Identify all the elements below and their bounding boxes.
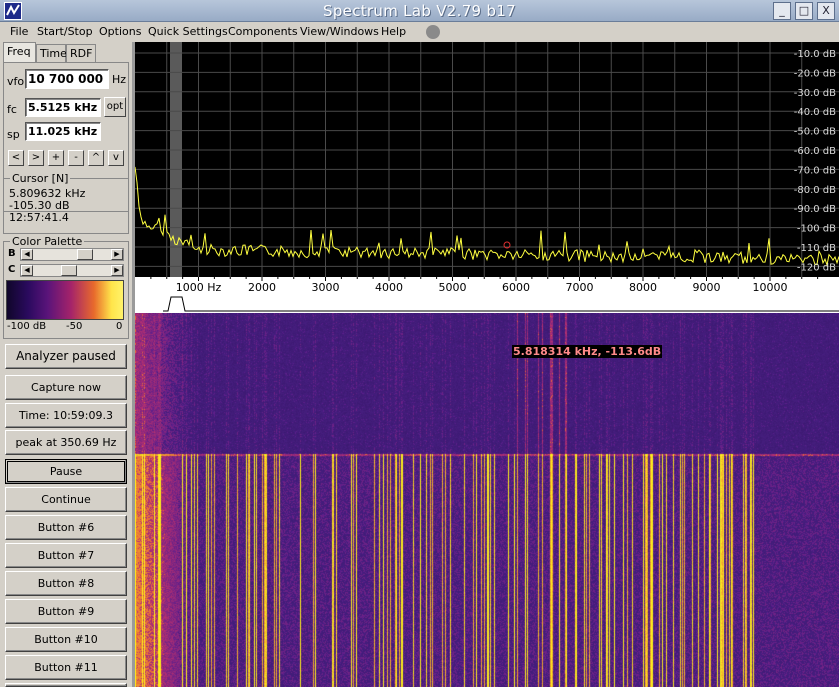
freq-label: 6000: [502, 281, 530, 294]
db-scale: -10.0 dB -20.0 dB -30.0 dB -40.0 dB -50.0 dB…: [794, 49, 836, 273]
cursor-group-title: Cursor [N]: [10, 172, 71, 185]
minimize-button[interactable]: _: [773, 2, 791, 20]
frequency-ticks: 1000 Hz 2000 3000 4000 5000 6000 7000 8000 9000 1…: [150, 277, 819, 294]
freq-label: 8000: [629, 281, 657, 294]
db-label: -80.0 dB: [794, 185, 836, 196]
zoom-in-button[interactable]: +: [48, 150, 64, 166]
palette-scale-min: -100 dB: [7, 321, 47, 332]
passband-highlight: [170, 42, 182, 277]
nav-up-button[interactable]: ^: [88, 150, 104, 166]
palette-scale-mid: -50: [66, 321, 83, 332]
contrast-thumb[interactable]: [61, 265, 77, 276]
cursor-group: Cursor [N] 5.809632 kHz -105.30 dB 12:57…: [3, 172, 129, 234]
db-label: -120 dB: [797, 262, 836, 273]
opt-button[interactable]: opt: [104, 97, 126, 117]
db-label: -30.0 dB: [794, 88, 836, 99]
brightness-label: B: [8, 248, 16, 259]
menu-bar: File Start/Stop Options Quick Settings C…: [0, 22, 839, 42]
spectrum-trace: [134, 166, 839, 267]
freq-label: 1000 Hz: [176, 281, 222, 294]
arrow-right-icon[interactable]: ▶: [111, 265, 123, 276]
nav-right-button[interactable]: >: [28, 150, 44, 166]
waterfall-canvas: [135, 313, 839, 687]
pause-button[interactable]: Pause: [5, 459, 127, 484]
vfo-label: vfo: [7, 75, 25, 88]
cursor-time: 12:57:41.4: [9, 211, 69, 224]
brightness-slider[interactable]: ◀ ▶: [20, 248, 124, 261]
freq-label: 4000: [375, 281, 403, 294]
spectrum-plot[interactable]: -10.0 dB -20.0 dB -30.0 dB -40.0 dB -50.0 dB…: [134, 42, 839, 277]
freq-label: 2000: [248, 281, 276, 294]
frequency-axis[interactable]: 1000 Hz 2000 3000 4000 5000 6000 7000 8000 9000 1…: [135, 277, 839, 313]
nav-down-button[interactable]: v: [108, 150, 124, 166]
close-button[interactable]: X: [817, 2, 835, 20]
spectrum-grid: [135, 42, 839, 277]
color-palette-preview: [6, 280, 124, 320]
tab-time[interactable]: Time: [36, 44, 67, 62]
button-11[interactable]: Button #11: [5, 655, 127, 680]
vfo-unit-label: Hz: [112, 73, 127, 86]
nav-left-button[interactable]: <: [8, 150, 24, 166]
freq-label: 10000: [753, 281, 788, 294]
button-10[interactable]: Button #10: [5, 627, 127, 652]
db-label: -90.0 dB: [794, 204, 836, 215]
continue-button[interactable]: Continue: [5, 487, 127, 512]
freq-label: 7000: [566, 281, 594, 294]
menu-help[interactable]: Help: [381, 25, 406, 38]
db-label: -100 dB: [797, 224, 836, 235]
filter-passband-shape[interactable]: [163, 296, 839, 312]
control-panel: Freq Time RDF vfo 10 700 000 Hz fc 5.512…: [0, 42, 132, 687]
menu-options[interactable]: Options: [99, 25, 141, 38]
fc-label: fc: [7, 103, 17, 116]
color-palette-title: Color Palette: [10, 235, 85, 248]
marker-readout: 5.818314 kHz, -113.6dB: [512, 345, 663, 358]
tab-rdf[interactable]: RDF: [66, 44, 96, 62]
arrow-left-icon[interactable]: ◀: [21, 265, 33, 276]
waterfall-display[interactable]: 5.818314 kHz, -113.6dB: [135, 313, 839, 687]
db-label: -20.0 dB: [794, 68, 836, 79]
maximize-button[interactable]: □: [795, 2, 813, 20]
capture-now-button[interactable]: Capture now: [5, 375, 127, 400]
db-label: -40.0 dB: [794, 107, 836, 118]
button-8[interactable]: Button #8: [5, 571, 127, 596]
menu-view-windows[interactable]: View/Windows: [300, 25, 379, 38]
spectrum-graph: -10.0 dB -20.0 dB -30.0 dB -40.0 dB -50.0 dB…: [134, 42, 839, 277]
vfo-input[interactable]: 10 700 000: [25, 69, 109, 89]
menu-start-stop[interactable]: Start/Stop: [37, 25, 93, 38]
peak-display-button[interactable]: peak at 350.69 Hz: [5, 430, 127, 455]
sp-input[interactable]: 11.025 kHz: [25, 122, 101, 141]
title-bar: Spectrum Lab V2.79 b17 _ □ X: [0, 0, 839, 22]
analyzer-status-button[interactable]: Analyzer paused: [5, 344, 127, 369]
status-indicator-icon: [426, 25, 440, 39]
window-title: Spectrum Lab V2.79 b17: [323, 2, 516, 20]
fc-input[interactable]: 5.5125 kHz: [25, 98, 101, 117]
tab-freq[interactable]: Freq: [3, 42, 36, 62]
time-display-button[interactable]: Time: 10:59:09.3: [5, 403, 127, 428]
db-label: -10.0 dB: [794, 49, 836, 60]
db-label: -50.0 dB: [794, 127, 836, 138]
button-9[interactable]: Button #9: [5, 599, 127, 624]
arrow-left-icon[interactable]: ◀: [21, 249, 33, 260]
zoom-out-button[interactable]: -: [68, 150, 84, 166]
button-12-partial[interactable]: [5, 683, 127, 687]
freq-label: 3000: [312, 281, 340, 294]
db-label: -110 dB: [797, 243, 836, 254]
sp-label: sp: [7, 128, 20, 141]
button-7[interactable]: Button #7: [5, 543, 127, 568]
brightness-thumb[interactable]: [77, 249, 93, 260]
freq-label: 5000: [439, 281, 467, 294]
contrast-slider[interactable]: ◀ ▶: [20, 264, 124, 277]
db-label: -70.0 dB: [794, 165, 836, 176]
menu-quick-settings[interactable]: Quick Settings: [148, 25, 228, 38]
contrast-label: C: [8, 264, 16, 275]
menu-components[interactable]: Components: [228, 25, 298, 38]
freq-label: 9000: [693, 281, 721, 294]
button-6[interactable]: Button #6: [5, 515, 127, 540]
arrow-right-icon[interactable]: ▶: [111, 249, 123, 260]
menu-file[interactable]: File: [10, 25, 28, 38]
palette-scale-max: 0: [116, 321, 123, 332]
db-label: -60.0 dB: [794, 146, 836, 157]
